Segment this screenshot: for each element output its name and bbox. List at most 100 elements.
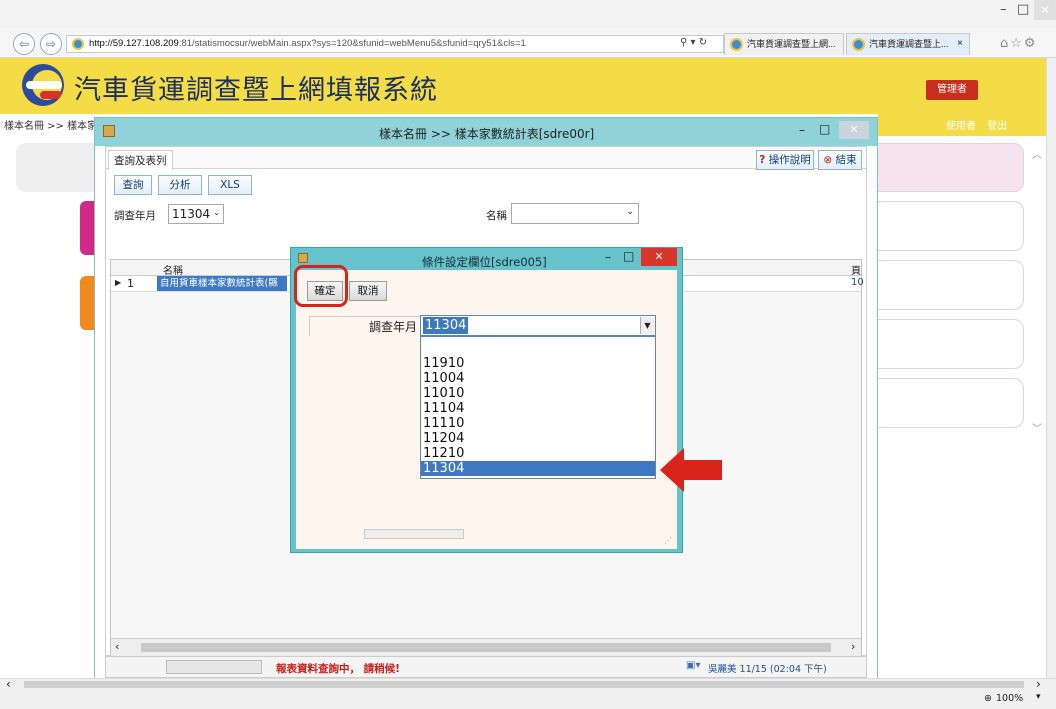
minimize-window-button[interactable]: – xyxy=(1000,2,1007,17)
browser-tab-label: 汽車貨運調查暨上... xyxy=(869,39,949,49)
url-input[interactable]: http://59.127.108.209:81/statismocsur/we… xyxy=(66,35,724,53)
tab-query-list[interactable]: 查詢及表列 xyxy=(108,150,173,170)
status-bar: 報表資料查詢中， 請稍候! ▣▾ 吳麗美 11/15 (02:04 下午) xyxy=(105,656,867,678)
ie-tab-icon xyxy=(852,38,865,51)
dropdown-option[interactable] xyxy=(421,341,655,356)
help-button[interactable]: ? 操作說明 xyxy=(756,150,814,170)
window-app-icon xyxy=(103,125,115,137)
forward-button[interactable]: ⇨ xyxy=(40,33,62,55)
window-close-button[interactable]: ✕ xyxy=(839,121,869,139)
user-link[interactable]: 使用者 xyxy=(946,121,976,132)
resize-grip-icon[interactable]: ⋰ xyxy=(664,536,672,545)
help-button-label: 操作說明 xyxy=(768,154,811,166)
dialog-app-icon xyxy=(298,253,308,263)
ie-page-icon xyxy=(72,38,84,50)
window-maximize-button[interactable]: □ xyxy=(819,122,830,136)
admin-badge[interactable]: 管理者 xyxy=(926,80,978,100)
browser-horizontal-scrollbar[interactable]: ‹ › xyxy=(0,677,1056,691)
exit-button-label: 結束 xyxy=(835,154,857,166)
bg-card-pink xyxy=(870,143,1024,192)
close-circle-icon: ⊗ xyxy=(823,154,833,166)
row-index: 1 xyxy=(127,277,134,290)
browser-tab-label: 汽車貨運調查暨上網... xyxy=(747,39,836,49)
dropdown-option[interactable]: 11210 xyxy=(421,446,655,461)
year-dropdown-list: 11910 11004 11010 11104 11110 11204 1121… xyxy=(420,336,656,479)
page-scroll-down-icon[interactable]: ﹀ xyxy=(1032,420,1042,435)
status-message: 報表資料查詢中， 請稍候! xyxy=(276,663,400,675)
dropdown-option[interactable]: 11910 xyxy=(421,356,655,371)
page-vertical-scrollbar[interactable] xyxy=(1046,58,1056,678)
maximize-window-button[interactable]: □ xyxy=(1017,2,1029,17)
user-links: 使用者 登出 xyxy=(946,117,1015,132)
logout-link[interactable]: 登出 xyxy=(987,121,1007,132)
page-scroll-up-icon[interactable]: ︿ xyxy=(1032,146,1042,161)
dropdown-option[interactable]: 11004 xyxy=(421,371,655,386)
browser-scroll-thumb[interactable] xyxy=(24,681,1024,688)
user-icon: ▣▾ xyxy=(686,660,701,671)
zoom-level[interactable]: 100% xyxy=(996,693,1023,704)
browser-tab-2[interactable]: 汽車貨運調查暨上... × xyxy=(846,33,970,55)
dialog-titlebar[interactable]: 條件設定欄位[sdre005] – □ ✕ xyxy=(291,248,682,270)
browser-status-bar: ⊕ 100% ▾ xyxy=(0,690,1056,709)
chevron-down-icon[interactable]: ▼ xyxy=(640,317,654,334)
browser-tab-1[interactable]: 汽車貨運調查暨上網... xyxy=(724,33,844,55)
window-minimize-button[interactable]: – xyxy=(799,123,805,137)
query-button[interactable]: 查詢 xyxy=(114,175,152,195)
close-tab-icon[interactable]: × xyxy=(957,34,963,54)
dropdown-option[interactable]: 11104 xyxy=(421,401,655,416)
cancel-button[interactable]: 取消 xyxy=(349,281,387,301)
scroll-right-icon[interactable]: › xyxy=(1036,677,1041,691)
name-filter-select[interactable]: ⌄ xyxy=(511,203,639,224)
year-combobox[interactable]: 11304 ▼ xyxy=(420,315,656,336)
scroll-left-icon[interactable]: ‹ xyxy=(115,640,119,653)
chevron-down-icon: ⌄ xyxy=(626,207,634,217)
dropdown-option[interactable]: 11110 xyxy=(421,416,655,431)
dropdown-option[interactable]: 11204 xyxy=(421,431,655,446)
ie-tab-icon xyxy=(730,38,743,51)
analyze-button[interactable]: 分析 xyxy=(158,175,202,195)
system-title: 汽車貨運調查暨上網填報系統 xyxy=(74,75,438,106)
question-icon: ? xyxy=(759,154,766,166)
browser-titlebar: – □ ✕ xyxy=(0,0,1056,28)
bg-card xyxy=(870,319,1024,369)
dropdown-option-selected[interactable]: 11304 xyxy=(421,461,655,476)
favorites-home-settings-icons[interactable]: ⌂☆⚙ xyxy=(1000,36,1038,51)
dialog-maximize-button[interactable]: □ xyxy=(623,249,634,263)
user-info: 吳麗美 11/15 (02:04 下午) xyxy=(708,664,827,675)
year-filter-value: 11304 xyxy=(172,207,211,221)
name-filter-label: 名稱 xyxy=(486,210,507,222)
row-pointer-icon: ▶ xyxy=(115,278,122,287)
logo-icon xyxy=(22,64,64,106)
url-host: http://59.127.108.209 xyxy=(89,38,179,49)
red-arrow-icon xyxy=(660,448,722,492)
dialog-minimize-button[interactable]: – xyxy=(605,250,611,264)
dialog-scroll-thumb[interactable] xyxy=(364,529,464,539)
report-window-titlebar[interactable]: 樣本名冊 >> 樣本家數統計表[sdre00r] – □ ✕ xyxy=(95,118,877,146)
back-arrow-icon: ⇦ xyxy=(18,37,30,51)
scroll-right-icon[interactable]: › xyxy=(851,640,855,653)
dropdown-option[interactable]: 11010 xyxy=(421,386,655,401)
bg-card xyxy=(870,260,1024,310)
grid-column-name[interactable]: 名稱 xyxy=(163,262,183,277)
tab-strip xyxy=(106,147,866,169)
back-button[interactable]: ⇦ xyxy=(13,33,35,55)
progress-bar xyxy=(166,660,262,674)
zoom-icon[interactable]: ⊕ xyxy=(984,693,992,704)
bg-card xyxy=(870,201,1024,251)
row-extra: 10 xyxy=(851,277,864,288)
zoom-chevron-icon[interactable]: ▾ xyxy=(1036,692,1041,702)
grid-column-page[interactable]: 頁 xyxy=(851,262,861,277)
report-window-title: 樣本名冊 >> 樣本家數統計表[sdre00r] xyxy=(379,127,595,141)
xls-button[interactable]: XLS xyxy=(208,175,252,195)
url-path: :81/statismocsur/webMain.aspx?sys=120&sf… xyxy=(178,38,526,49)
close-window-button[interactable]: ✕ xyxy=(1034,0,1056,20)
grid-horizontal-scrollbar[interactable]: ‹ › xyxy=(111,638,861,656)
year-field-label: 調查年月 xyxy=(309,316,421,336)
dialog-close-button[interactable]: ✕ xyxy=(641,248,677,266)
chevron-down-icon: ⌄ xyxy=(213,208,220,217)
exit-button[interactable]: ⊗ 結束 xyxy=(818,150,862,170)
scroll-left-icon[interactable]: ‹ xyxy=(6,677,11,691)
year-filter-select[interactable]: 11304 ⌄ xyxy=(168,204,224,224)
scroll-thumb[interactable] xyxy=(141,643,831,652)
search-refresh-icon[interactable]: ⚲ ▾ ↻ xyxy=(680,37,707,48)
